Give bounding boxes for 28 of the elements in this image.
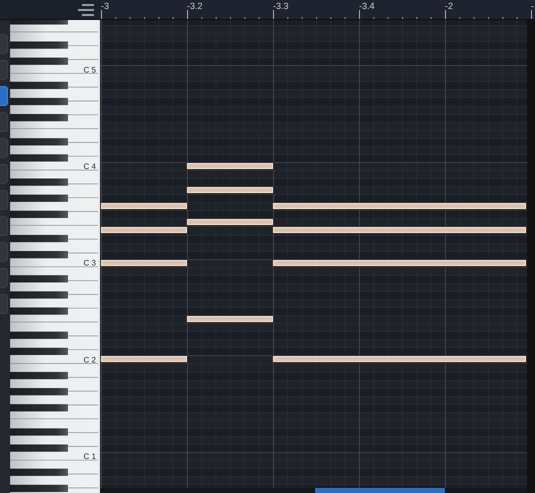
- piano-keyboard-drawing[interactable]: [10, 20, 100, 493]
- midi-note[interactable]: [187, 219, 273, 226]
- horizontal-scrollbar[interactable]: [100, 488, 527, 493]
- midi-note[interactable]: [101, 356, 187, 362]
- midi-note[interactable]: [273, 203, 526, 210]
- ruler-label: -3.4: [359, 1, 375, 11]
- midi-note[interactable]: [101, 260, 187, 266]
- key-label: C 4: [84, 162, 96, 171]
- ruler-label: -3: [101, 1, 110, 11]
- key-label: C 3: [84, 258, 96, 268]
- ruler-label: -2: [445, 1, 454, 11]
- midi-note[interactable]: [101, 203, 187, 210]
- midi-note[interactable]: [187, 187, 273, 194]
- midi-note[interactable]: [273, 356, 526, 362]
- midi-note[interactable]: [101, 227, 187, 234]
- key-label: C 5: [84, 65, 96, 74]
- list-icon[interactable]: [78, 4, 94, 16]
- key-label: C 2: [84, 355, 96, 364]
- ruler-label: -3.2: [187, 1, 203, 11]
- scroll-thumb[interactable]: [315, 488, 445, 493]
- midi-note[interactable]: [273, 227, 526, 234]
- ruler-label: -3.3: [273, 1, 289, 11]
- ruler-label: -: [531, 1, 534, 11]
- note-grid[interactable]: [100, 20, 527, 488]
- midi-note[interactable]: [187, 316, 273, 322]
- midi-note[interactable]: [273, 260, 526, 266]
- key-label: C 1: [84, 452, 96, 462]
- time-ruler[interactable]: -3 -3.2 -3.3 -3.4 -2 -: [100, 0, 535, 20]
